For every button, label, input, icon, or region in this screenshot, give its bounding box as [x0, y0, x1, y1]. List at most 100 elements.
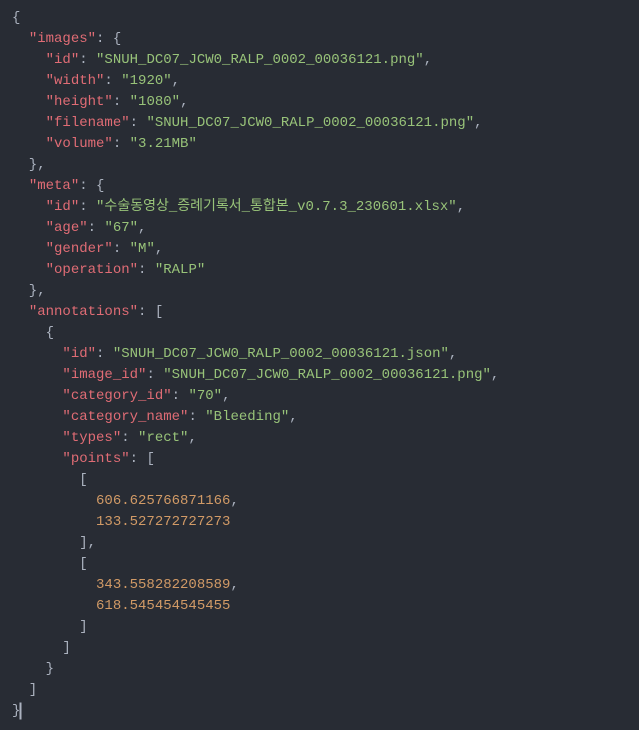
json-code-block: { "images": { "id": "SNUH_DC07_JCW0_RALP…: [12, 8, 627, 722]
token-punct: : {: [96, 31, 121, 47]
token-str: "3.21MB": [130, 136, 197, 152]
token-punct: :: [113, 241, 130, 257]
token-punct: ,: [155, 241, 163, 257]
token-punct: [12, 52, 46, 68]
code-line: [: [12, 554, 627, 575]
code-line: "category_id": "70",: [12, 386, 627, 407]
token-key: "id": [46, 199, 80, 215]
token-punct: [12, 304, 29, 320]
token-num: 343.558282208589: [96, 577, 230, 593]
code-line: },: [12, 155, 627, 176]
token-punct: {: [12, 325, 54, 341]
token-key: "category_id": [62, 388, 171, 404]
token-num: 618.545454545455: [96, 598, 230, 614]
token-key: "points": [62, 451, 129, 467]
token-num: 606.625766871166: [96, 493, 230, 509]
token-punct: {: [12, 10, 20, 26]
token-punct: [12, 136, 46, 152]
token-key: "meta": [29, 178, 79, 194]
token-punct: [12, 346, 62, 362]
code-line: "filename": "SNUH_DC07_JCW0_RALP_0002_00…: [12, 113, 627, 134]
code-line: ]: [12, 638, 627, 659]
token-str: "SNUH_DC07_JCW0_RALP_0002_00036121.png": [146, 115, 474, 131]
code-line: },: [12, 281, 627, 302]
token-key: "image_id": [62, 367, 146, 383]
token-punct: :: [130, 115, 147, 131]
token-punct: [12, 451, 62, 467]
token-punct: [12, 598, 96, 614]
token-str: "1920": [121, 73, 171, 89]
token-punct: ,: [230, 577, 238, 593]
token-str: "67": [104, 220, 138, 236]
code-line: "height": "1080",: [12, 92, 627, 113]
token-punct: :: [79, 199, 96, 215]
token-punct: [12, 493, 96, 509]
token-key: "annotations": [29, 304, 138, 320]
token-punct: ,: [457, 199, 465, 215]
token-punct: : {: [79, 178, 104, 194]
token-punct: ],: [12, 535, 96, 551]
code-line: {: [12, 8, 627, 29]
token-punct: :: [146, 367, 163, 383]
token-num: 133.527272727273: [96, 514, 230, 530]
token-punct: :: [96, 346, 113, 362]
token-punct: :: [138, 262, 155, 278]
text-cursor: [20, 703, 21, 719]
token-punct: ,: [424, 52, 432, 68]
token-punct: ,: [230, 493, 238, 509]
token-key: "gender": [46, 241, 113, 257]
token-str: "SNUH_DC07_JCW0_RALP_0002_00036121.json": [113, 346, 449, 362]
token-str: "RALP": [155, 262, 205, 278]
token-punct: [: [12, 556, 88, 572]
token-punct: ,: [289, 409, 297, 425]
code-line: "id": "SNUH_DC07_JCW0_RALP_0002_00036121…: [12, 344, 627, 365]
token-punct: [12, 115, 46, 131]
code-line: "image_id": "SNUH_DC07_JCW0_RALP_0002_00…: [12, 365, 627, 386]
code-line: {: [12, 323, 627, 344]
token-key: "operation": [46, 262, 138, 278]
token-punct: ,: [474, 115, 482, 131]
token-punct: ,: [138, 220, 146, 236]
code-line: 133.527272727273: [12, 512, 627, 533]
token-key: "types": [62, 430, 121, 446]
code-line: "types": "rect",: [12, 428, 627, 449]
token-punct: [12, 199, 46, 215]
token-punct: :: [121, 430, 138, 446]
token-punct: [12, 367, 62, 383]
token-punct: [12, 514, 96, 530]
token-punct: }: [12, 661, 54, 677]
code-line: [: [12, 470, 627, 491]
token-key: "volume": [46, 136, 113, 152]
token-punct: :: [88, 220, 105, 236]
code-line: "age": "67",: [12, 218, 627, 239]
token-punct: }: [12, 703, 20, 719]
code-line: "volume": "3.21MB": [12, 134, 627, 155]
token-key: "images": [29, 31, 96, 47]
token-punct: ,: [180, 94, 188, 110]
token-punct: : [: [138, 304, 163, 320]
code-line: "category_name": "Bleeding",: [12, 407, 627, 428]
code-line: }: [12, 701, 627, 722]
code-line: "width": "1920",: [12, 71, 627, 92]
token-str: "Bleeding": [205, 409, 289, 425]
token-punct: : [: [130, 451, 155, 467]
token-key: "category_name": [62, 409, 188, 425]
token-punct: },: [12, 157, 46, 173]
token-str: "rect": [138, 430, 188, 446]
token-punct: [12, 409, 62, 425]
token-punct: ,: [449, 346, 457, 362]
code-line: "id": "수술동영상_증례기록서_통합본_v0.7.3_230601.xls…: [12, 197, 627, 218]
token-key: "id": [46, 52, 80, 68]
token-punct: :: [104, 73, 121, 89]
token-punct: ]: [12, 640, 71, 656]
token-punct: [12, 241, 46, 257]
token-key: "filename": [46, 115, 130, 131]
token-str: "1080": [130, 94, 180, 110]
code-line: "annotations": [: [12, 302, 627, 323]
token-punct: [: [12, 472, 88, 488]
token-punct: [12, 388, 62, 404]
token-key: "width": [46, 73, 105, 89]
token-punct: ,: [491, 367, 499, 383]
code-line: "operation": "RALP": [12, 260, 627, 281]
token-punct: ,: [188, 430, 196, 446]
